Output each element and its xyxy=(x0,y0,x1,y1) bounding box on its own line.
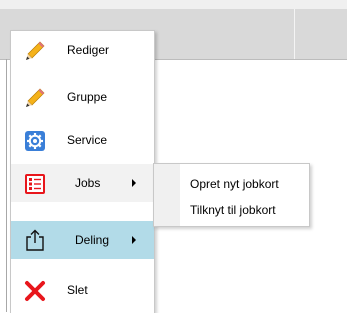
menu-item-deling[interactable]: Deling xyxy=(11,221,154,259)
checklist-icon xyxy=(25,174,45,194)
share-icon xyxy=(26,229,44,251)
submenu-icon-gutter xyxy=(154,164,180,226)
header-separator xyxy=(294,9,295,59)
menu-item-label: Service xyxy=(67,133,108,147)
menu-item-jobs[interactable]: Jobs xyxy=(11,164,154,202)
pencil-icon xyxy=(26,41,45,60)
menu-item-service[interactable]: Service xyxy=(11,121,154,159)
context-menu: Rediger Gruppe Service Jobs Deling Slet xyxy=(10,30,155,313)
menu-item-slet[interactable]: Slet xyxy=(11,271,154,309)
menu-item-gruppe[interactable]: Gruppe xyxy=(11,78,154,116)
gear-icon xyxy=(25,131,45,151)
menu-item-rediger[interactable]: Rediger xyxy=(11,31,154,69)
submenu-item-opret-nyt-jobkort[interactable]: Opret nyt jobkort xyxy=(190,177,279,191)
menu-item-label: Gruppe xyxy=(67,90,108,104)
submenu-item-tilknyt-til-jobkort[interactable]: Tilknyt til jobkort xyxy=(190,203,276,217)
menu-item-label: Jobs xyxy=(75,176,101,190)
menu-item-label: Deling xyxy=(75,233,110,247)
pencil-icon xyxy=(26,88,45,107)
title-strip xyxy=(0,0,347,9)
menu-item-label: Slet xyxy=(67,283,88,297)
submenu-arrow-icon xyxy=(132,236,136,244)
menu-item-label: Rediger xyxy=(67,43,110,57)
delete-x-icon xyxy=(25,281,45,301)
grid-border xyxy=(6,59,7,312)
jobs-submenu: Opret nyt jobkort Tilknyt til jobkort xyxy=(153,163,310,227)
submenu-arrow-icon xyxy=(132,179,136,187)
